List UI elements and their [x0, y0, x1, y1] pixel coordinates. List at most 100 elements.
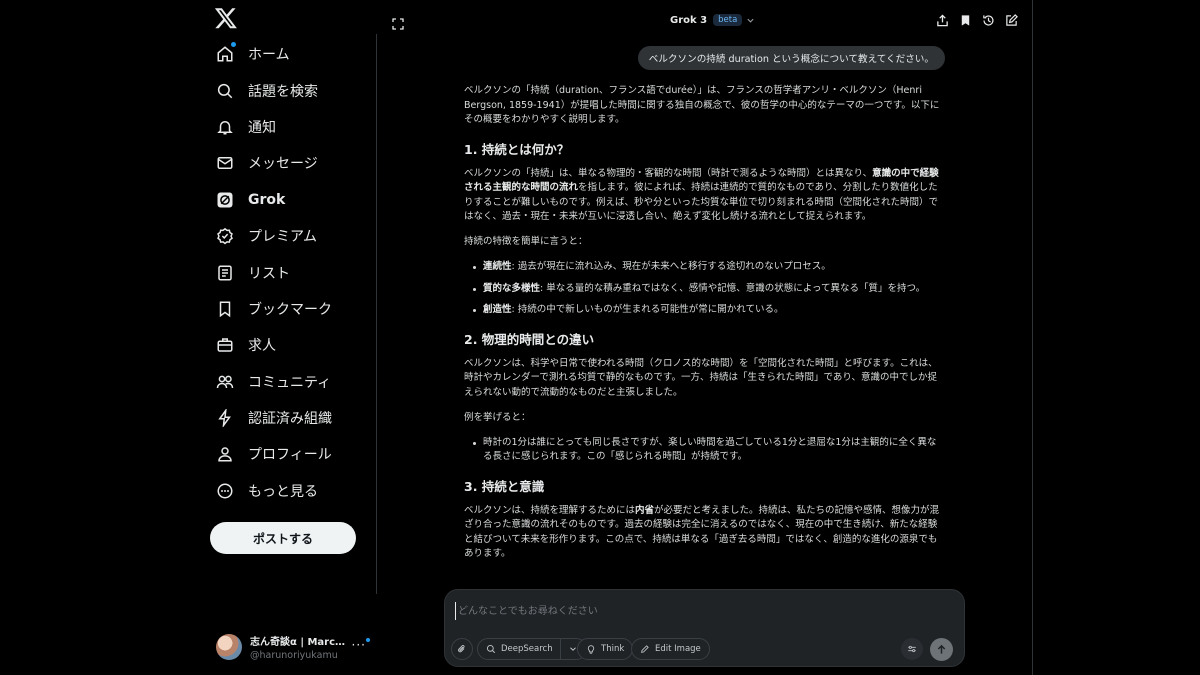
account-switcher[interactable]: 志ん奇談α | Marc M… @harunoriyukamu ···	[216, 628, 370, 666]
nav-label: ホーム	[248, 47, 290, 64]
nav-label: もっと見る	[248, 483, 318, 500]
avatar	[216, 634, 242, 660]
premium-icon	[216, 227, 234, 245]
list-item: 質的な多様性: 単なる量的な積み重ねではなく、感情や記憶、意識の状態によって異な…	[464, 282, 944, 297]
post-button[interactable]: ポストする	[210, 522, 356, 554]
nav-label: 求人	[248, 338, 276, 355]
bookmark-icon[interactable]	[959, 14, 972, 27]
more-circle-icon	[216, 482, 234, 500]
bell-icon	[216, 118, 234, 136]
example-list: 時計の1分は誰にとっても同じ長さですが、楽しい時間を過ごしている1分と退屈な1分…	[464, 436, 944, 465]
attach-button[interactable]	[451, 638, 473, 660]
deepsearch-icon	[486, 644, 496, 654]
answer-intro: ベルクソンの「持続（duration、フランス語でdurée）」は、フランスの哲…	[464, 85, 940, 125]
account-notification-dot	[366, 638, 370, 642]
nav-lists[interactable]: リスト	[208, 254, 332, 290]
deepsearch-button[interactable]: DeepSearch	[477, 638, 587, 660]
answer-paragraph: 持続の特徴を簡単に言うと：	[464, 236, 588, 247]
send-button[interactable]	[930, 638, 953, 661]
divider	[1032, 0, 1033, 675]
expand-icon[interactable]	[392, 15, 404, 30]
deepsearch-label: DeepSearch	[501, 644, 553, 654]
nav-more[interactable]: もっと見る	[208, 473, 332, 509]
nav-notifications[interactable]: 通知	[208, 109, 332, 145]
bookmark-icon	[216, 300, 234, 318]
nav-label: リスト	[248, 265, 290, 282]
grok-icon	[216, 191, 234, 209]
nav-premium[interactable]: プレミアム	[208, 218, 332, 254]
list-icon	[216, 264, 234, 282]
grok-answer: ベルクソンの「持続（duration、フランス語でdurée）」は、フランスの哲…	[464, 84, 944, 572]
nav-jobs[interactable]: 求人	[208, 327, 332, 363]
model-name: Grok 3	[670, 14, 708, 26]
model-selector[interactable]: Grok 3 beta	[670, 14, 755, 26]
mail-icon	[216, 154, 234, 172]
user-message: ベルクソンの持続 duration という概念について教えてください。	[637, 46, 945, 70]
pencil-icon	[641, 645, 649, 653]
settings-button[interactable]	[901, 638, 923, 660]
think-button[interactable]: Think	[577, 638, 634, 660]
text-run: : 過去が現在に流れ込み、現在が未来へと移行する途切れのないプロセス。	[511, 261, 831, 272]
nav-label: メッセージ	[248, 156, 318, 173]
new-chat-icon[interactable]	[1005, 14, 1018, 27]
nav-explore[interactable]: 話題を検索	[208, 72, 332, 108]
nav-bookmarks[interactable]: ブックマーク	[208, 291, 332, 327]
arrow-up-icon	[937, 644, 946, 654]
nav-messages[interactable]: メッセージ	[208, 145, 332, 181]
answer-paragraph: 例を挙げると：	[464, 411, 531, 423]
edit-image-button[interactable]: Edit Image	[631, 638, 710, 660]
history-icon[interactable]	[982, 14, 995, 27]
nav-home[interactable]: ホーム	[208, 36, 332, 72]
chevron-down-icon	[747, 18, 754, 23]
section-heading: 2. 物理的時間との違い	[464, 331, 595, 347]
paperclip-icon	[458, 645, 465, 653]
list-item: 連続性: 過去が現在に流れ込み、現在が未来へと移行する途切れのないプロセス。	[464, 260, 944, 275]
section-heading: 3. 持続と意識	[464, 478, 545, 494]
chat-composer: DeepSearch Think Edit Image	[444, 589, 965, 667]
community-icon	[216, 373, 234, 391]
sidebar: ホーム 話題を検索 通知 メッセージ Grok プレミアム リスト ブックマーク…	[200, 0, 376, 675]
nav-label: ブックマーク	[248, 301, 332, 318]
lightning-icon	[216, 409, 234, 428]
home-icon	[216, 42, 236, 63]
divider	[376, 34, 377, 594]
notification-dot	[231, 42, 236, 48]
header-actions	[936, 14, 1018, 27]
nav-label: 認証済み組織	[248, 411, 332, 428]
section-heading: 1. 持続とは何か？	[464, 141, 570, 157]
list-item: 時計の1分は誰にとっても同じ長さですが、楽しい時間を過ごしている1分と退屈な1分…	[464, 436, 944, 465]
nav-profile[interactable]: プロフィール	[208, 436, 332, 472]
prompt-input[interactable]	[455, 602, 875, 620]
bold-term: 創造性	[483, 304, 512, 315]
text-run: ベルクソンは、持続を理解するためには	[464, 504, 636, 516]
nav-label: コミュニティ	[248, 374, 332, 391]
text-run: : 持続の中で新しいものが生まれる可能性が常に開かれている。	[511, 304, 784, 315]
nav-communities[interactable]: コミュニティ	[208, 364, 332, 400]
sliders-icon	[908, 645, 916, 653]
beta-badge: beta	[713, 14, 743, 26]
more-dots-icon: ···	[351, 638, 366, 652]
answer-paragraph: ベルクソンの「持続」は、単なる物理的・客観的な時間（時計で測るような時間）とは異…	[464, 167, 944, 225]
answer-paragraph: ベルクソンは、科学や日常で使われる時間（クロノス的な時間）を「空間化された時間」…	[464, 357, 938, 398]
x-logo-icon[interactable]	[214, 6, 238, 30]
nav-label: プロフィール	[248, 447, 332, 464]
lightbulb-icon	[587, 645, 595, 654]
account-info: 志ん奇談α | Marc M… @harunoriyukamu	[250, 633, 346, 661]
answer-paragraph: ベルクソンは、持続を理解するためには内省が必要だと考えました。持続は、私たちの記…	[464, 504, 944, 562]
nav-label: Grok	[248, 191, 286, 208]
bold-text: 内省	[635, 504, 655, 516]
person-icon	[216, 445, 234, 463]
bold-term: 質的な多様性	[483, 282, 541, 294]
text-run: ベルクソンの「持続」は、単なる物理的・客観的な時間（時計で測るような時間）とは異…	[464, 167, 873, 179]
nav-verified-orgs[interactable]: 認証済み組織	[208, 400, 332, 436]
nav-label: 話題を検索	[248, 83, 318, 100]
account-name: 志ん奇談α | Marc M…	[250, 637, 346, 648]
account-handle: @harunoriyukamu	[250, 650, 338, 661]
share-icon[interactable]	[936, 14, 949, 27]
primary-nav: ホーム 話題を検索 通知 メッセージ Grok プレミアム リスト ブックマーク…	[208, 36, 332, 509]
nav-label: プレミアム	[248, 229, 318, 246]
nav-label: 通知	[248, 119, 276, 136]
text-run: : 単なる量的な積み重ねではなく、感情や記憶、意識の状態によって異なる「質」を持…	[540, 282, 926, 294]
nav-grok[interactable]: Grok	[208, 182, 332, 218]
briefcase-icon	[216, 336, 234, 354]
